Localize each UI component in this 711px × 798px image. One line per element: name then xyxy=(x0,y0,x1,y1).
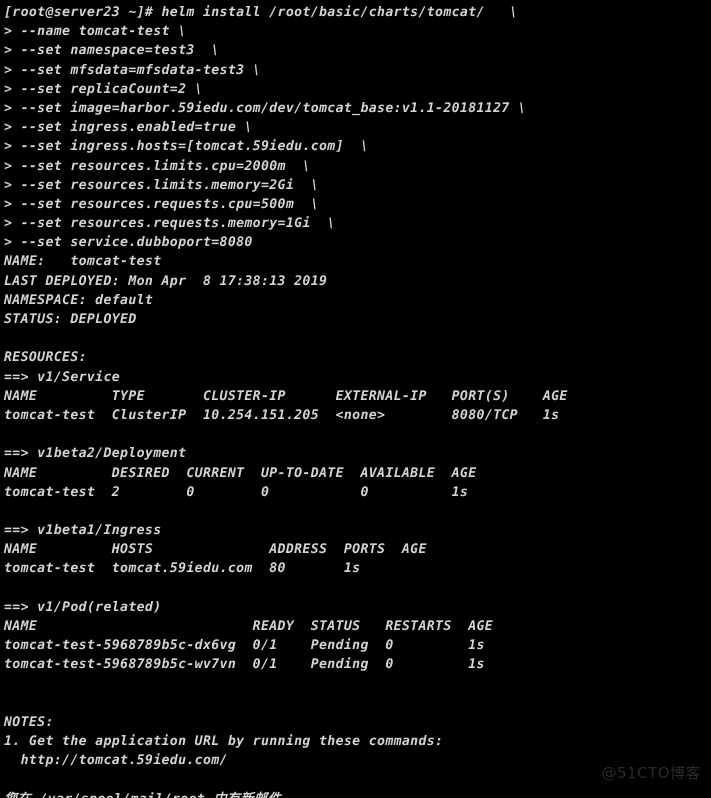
terminal-line: ==> v1/Service xyxy=(4,369,121,385)
terminal-window[interactable]: [root@server23 ~]# helm install /root/ba… xyxy=(0,0,711,798)
terminal-line: > --set image=harbor.59iedu.com/dev/tomc… xyxy=(4,100,527,116)
terminal-line: 1. Get the application URL by running th… xyxy=(4,734,444,750)
terminal-line: tomcat-test tomcat.59iedu.com 80 1s xyxy=(4,561,361,577)
terminal-line: NAME DESIRED CURRENT UP-TO-DATE AVAILABL… xyxy=(4,465,477,481)
terminal-line: > --set namespace=test3 \ xyxy=(4,43,220,59)
terminal-line: > --set replicaCount=2 \ xyxy=(4,81,203,97)
terminal-line: NAME READY STATUS RESTARTS AGE xyxy=(4,619,494,634)
terminal-line: [root@server23 ~]# helm install /root/ba… xyxy=(4,5,518,20)
terminal-output: [root@server23 ~]# helm install /root/ba… xyxy=(4,3,711,798)
terminal-line: ==> v1beta2/Deployment xyxy=(4,446,187,462)
terminal-line: > --set resources.requests.cpu=500m \ xyxy=(4,196,320,212)
terminal-line: STATUS: DEPLOYED xyxy=(4,312,137,327)
terminal-line: http://tomcat.59iedu.com/ xyxy=(4,753,228,769)
terminal-line: > --set resources.requests.memory=1Gi \ xyxy=(4,216,336,232)
terminal-line: ==> v1/Pod(related) xyxy=(4,599,162,615)
terminal-line: tomcat-test-5968789b5c-wv7vn 0/1 Pending… xyxy=(4,657,485,673)
terminal-line: > --name tomcat-test \ xyxy=(4,24,187,40)
terminal-line: RESOURCES: xyxy=(4,350,87,366)
terminal-line: NAME HOSTS ADDRESS PORTS AGE xyxy=(4,542,427,558)
terminal-line: 您在 /var/spool/mail/root 中有新邮件 xyxy=(4,790,711,798)
terminal-line: tomcat-test ClusterIP 10.254.151.205 <no… xyxy=(4,407,560,423)
terminal-line: ==> v1beta1/Ingress xyxy=(4,523,162,539)
terminal-line: > --set service.dubboport=8080 xyxy=(4,235,253,251)
terminal-line: > --set ingress.enabled=true \ xyxy=(4,120,253,136)
terminal-line: > --set resources.limits.memory=2Gi \ xyxy=(4,177,320,193)
terminal-line: tomcat-test-5968789b5c-dx6vg 0/1 Pending… xyxy=(4,638,485,654)
terminal-line: > --set ingress.hosts=[tomcat.59iedu.com… xyxy=(4,139,369,155)
terminal-line: NOTES: xyxy=(4,714,54,730)
terminal-line: > --set mfsdata=mfsdata-test3 \ xyxy=(4,62,261,78)
terminal-line: tomcat-test 2 0 0 0 1s xyxy=(4,484,469,500)
terminal-line: NAME: tomcat-test xyxy=(4,254,162,270)
terminal-line: NAMESPACE: default xyxy=(4,292,154,308)
terminal-line: > --set resources.limits.cpu=2000m \ xyxy=(4,158,311,174)
terminal-line: NAME TYPE CLUSTER-IP EXTERNAL-IP PORT(S)… xyxy=(4,388,568,404)
terminal-line: LAST DEPLOYED: Mon Apr 8 17:38:13 2019 xyxy=(4,273,328,289)
